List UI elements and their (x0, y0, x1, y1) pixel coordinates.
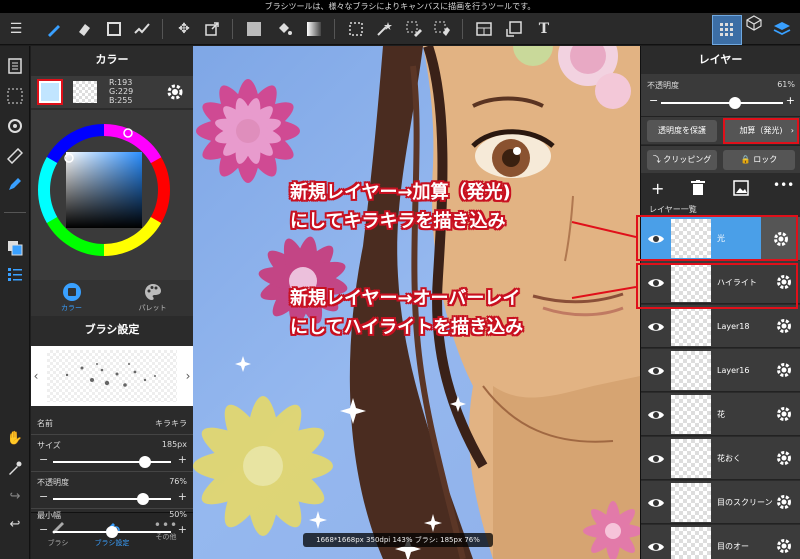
annotation-line-1b: にしてキラキラを描き込み (290, 211, 506, 232)
annotation-line-2b: にしてハイライトを描き込み (290, 317, 524, 338)
brush-minwidth-plus[interactable]: + (178, 523, 187, 536)
brush-minwidth-knob[interactable] (106, 526, 118, 538)
annotation-line-2a: 新規レイヤー→オーバーレイ (290, 288, 521, 309)
brush-minwidth-value: 50% (169, 510, 187, 519)
annotation-pointers (571, 221, 637, 299)
brush-minwidth-label: 最小幅 (37, 511, 61, 520)
brush-minwidth-row: 最小幅 50% − + (31, 510, 193, 544)
annotation-line-1a: 新規レイヤー→加算（発光) (290, 182, 511, 203)
brush-minwidth-minus[interactable]: − (39, 523, 48, 536)
